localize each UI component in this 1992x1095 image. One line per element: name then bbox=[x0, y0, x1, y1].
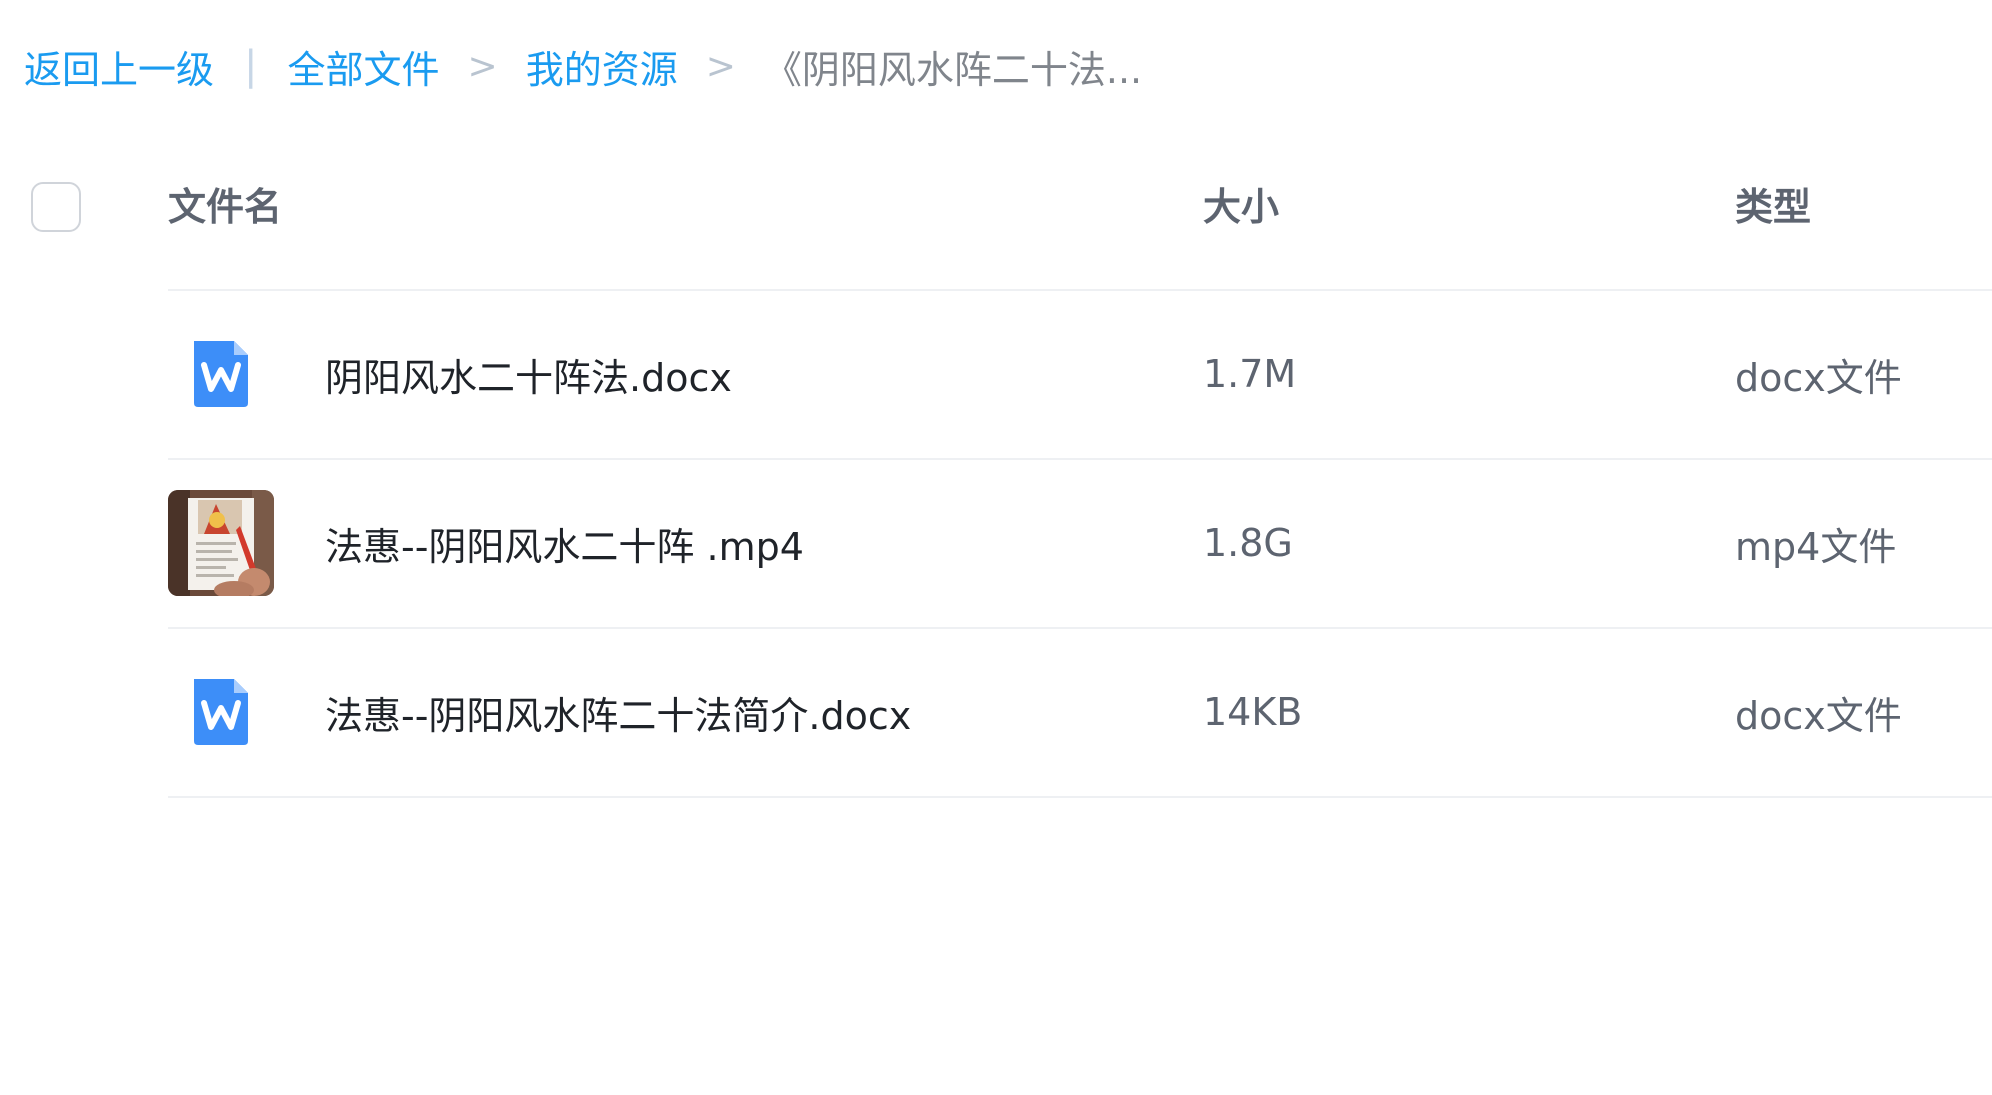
file-name[interactable]: 法惠--阴阳风水二十阵 .mp4 bbox=[325, 459, 804, 627]
file-row[interactable]: 法惠--阴阳风水二十阵 .mp4 1.8G mp4文件 bbox=[0, 459, 1992, 627]
video-thumbnail bbox=[168, 490, 274, 596]
file-type: mp4文件 bbox=[1735, 524, 1897, 569]
file-row[interactable]: 阴阳风水二十阵法.docx 1.7M docx文件 bbox=[0, 290, 1992, 458]
column-header-name[interactable]: 文件名 bbox=[168, 182, 282, 232]
select-all-checkbox[interactable] bbox=[31, 182, 81, 232]
chevron-right-icon: > bbox=[467, 45, 498, 87]
breadcrumb-all-files[interactable]: 全部文件 bbox=[288, 39, 440, 94]
file-type: docx文件 bbox=[1735, 693, 1902, 738]
file-type: docx文件 bbox=[1735, 355, 1902, 400]
column-header-size[interactable]: 大小 bbox=[1203, 182, 1279, 232]
chevron-right-icon: > bbox=[705, 45, 736, 87]
file-table-header: 文件名 大小 类型 bbox=[0, 170, 1992, 290]
breadcrumb-current-folder: 《阴阳风水阵二十法... bbox=[763, 47, 1143, 92]
word-doc-icon bbox=[168, 659, 274, 765]
breadcrumb-divider: | bbox=[244, 43, 258, 89]
file-row[interactable]: 法惠--阴阳风水阵二十法简介.docx 14KB docx文件 bbox=[0, 628, 1992, 796]
row-divider bbox=[168, 796, 1992, 798]
file-name[interactable]: 阴阳风水二十阵法.docx bbox=[325, 290, 732, 458]
word-doc-icon bbox=[168, 321, 274, 427]
column-header-type[interactable]: 类型 bbox=[1735, 182, 1811, 232]
file-name[interactable]: 法惠--阴阳风水阵二十法简介.docx bbox=[325, 628, 911, 796]
file-size: 1.8G bbox=[1203, 521, 1293, 565]
breadcrumb-my-resources[interactable]: 我的资源 bbox=[526, 39, 678, 94]
file-size: 1.7M bbox=[1203, 352, 1297, 396]
back-link[interactable]: 返回上一级 bbox=[24, 39, 214, 94]
breadcrumb: 返回上一级 | 全部文件 > 我的资源 > 《阴阳风水阵二十法... bbox=[24, 36, 1142, 96]
file-size: 14KB bbox=[1203, 690, 1303, 734]
